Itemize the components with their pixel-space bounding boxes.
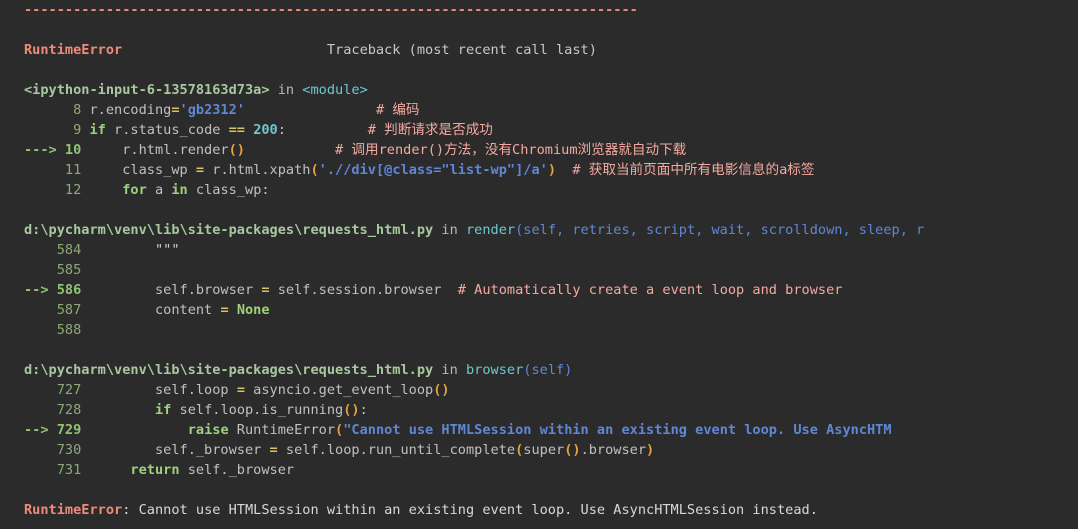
code-comment-gap (286, 122, 368, 138)
code-text: if self.loop.is_running(): (154, 402, 368, 418)
frame-in-word-wrap: in (433, 362, 466, 378)
line-number: 8 (24, 102, 82, 118)
final-error-name: RuntimeError (24, 502, 123, 518)
frame-file-path: d:\pycharm\venv\lib\site-packages\reques… (24, 222, 434, 238)
code-line: 11 class_wp = r.html.xpath('.//div[@clas… (0, 160, 1078, 180)
header-gap (122, 42, 327, 58)
frame-in-word-wrap: in (433, 222, 466, 238)
code-line: 587 content = None (0, 300, 1078, 320)
line-number: 730 (24, 442, 82, 458)
code-text: raise RuntimeError("Cannot use HTMLSessi… (187, 422, 892, 438)
line-number: 585 (24, 262, 82, 278)
code-text: if r.status_code == 200: (89, 122, 286, 138)
code-line: 730 self._browser = self.loop.run_until_… (0, 440, 1078, 460)
code-text: for a in class_wp: (122, 182, 270, 198)
code-line: 727 self.loop = asyncio.get_event_loop() (0, 380, 1078, 400)
frame-in-word: in (441, 362, 458, 378)
frame-function-args: (self) (523, 362, 573, 378)
frame-location-1: <ipython-input-6-13578163d73a> in <modul… (0, 80, 1078, 100)
code-comment: # Automatically create a event loop and … (457, 282, 843, 298)
code-text: self.browser = self.session.browser (89, 282, 442, 298)
code-line: 584 """ (0, 240, 1078, 260)
frame-in-word: in (277, 82, 295, 98)
line-number: 11 (24, 162, 82, 178)
code-text: self.loop = asyncio.get_event_loop() (89, 382, 450, 398)
code-text: content = None (89, 302, 270, 318)
frame-file-path: <ipython-input-6-13578163d73a> (24, 82, 270, 98)
code-comment-gap (245, 102, 376, 118)
code-line: 8 r.encoding='gb2312' # 编码 (0, 100, 1078, 120)
line-number: 728 (24, 402, 82, 418)
code-text: """ (154, 242, 180, 258)
code-comment: # 编码 (375, 102, 420, 118)
line-number: 12 (24, 182, 82, 198)
current-line-arrow: ---> 10 (24, 142, 82, 158)
line-number: 588 (24, 322, 82, 338)
exception-name: RuntimeError (24, 42, 123, 58)
line-number: 731 (24, 462, 82, 478)
code-line: 728 if self.loop.is_running(): (0, 400, 1078, 420)
code-comment: # 调用render()方法，没有Chromium浏览器就自动下载 (335, 142, 687, 158)
code-line: 9 if r.status_code == 200: # 判断请求是否成功 (0, 120, 1078, 140)
frame-function-args: (self, retries, script, wait, scrolldown… (515, 222, 925, 238)
traceback-label: Traceback (most recent call last) (326, 42, 597, 58)
current-line-arrow: --> 729 (24, 422, 82, 438)
frame-function-name: browser (465, 362, 524, 378)
line-number: 584 (24, 242, 82, 258)
code-line: 588 (0, 320, 1078, 340)
traceback-separator-line: ----------------------------------------… (0, 0, 1078, 20)
code-text: r.encoding='gb2312' (89, 102, 245, 118)
frame-in-word: in (441, 222, 458, 238)
current-line-arrow: --> 586 (24, 282, 82, 298)
code-line: 12 for a in class_wp: (0, 180, 1078, 200)
frame-function-name: render (465, 222, 516, 238)
frame-location-2: d:\pycharm\venv\lib\site-packages\reques… (0, 220, 1078, 240)
code-line: 585 (0, 260, 1078, 280)
exception-header-row: RuntimeError Traceback (most recent call… (0, 40, 1078, 60)
code-text: class_wp = r.html.xpath('.//div[@class="… (89, 162, 557, 178)
code-comment-gap (245, 142, 335, 158)
frame-in-word-wrap: in (270, 82, 303, 98)
separator-dashes: ----------------------------------------… (24, 2, 638, 18)
code-comment: # 判断请求是否成功 (367, 122, 493, 138)
code-line-current: --> 586 self.browser = self.session.brow… (0, 280, 1078, 300)
line-number: 727 (24, 382, 82, 398)
code-comment-gap (441, 282, 457, 298)
code-text: return self._browser (130, 462, 295, 478)
code-text: r.html.render() (89, 142, 245, 158)
line-number: 587 (24, 302, 82, 318)
final-error-message: Cannot use HTMLSession within an existin… (138, 502, 818, 518)
final-error-line: RuntimeError: Cannot use HTMLSession wit… (0, 500, 1078, 520)
frame-function-name: <module> (302, 82, 368, 98)
code-line-current: ---> 10 r.html.render() # 调用render()方法，没… (0, 140, 1078, 160)
code-line: 731 return self._browser (0, 460, 1078, 480)
code-comment-gap (556, 162, 572, 178)
code-line-current: --> 729 raise RuntimeError("Cannot use H… (0, 420, 1078, 440)
frame-file-path: d:\pycharm\venv\lib\site-packages\reques… (24, 362, 434, 378)
code-text: self._browser = self.loop.run_until_comp… (89, 442, 655, 458)
frame-location-3: d:\pycharm\venv\lib\site-packages\reques… (0, 360, 1078, 380)
line-number: 9 (24, 122, 82, 138)
code-comment: # 获取当前页面中所有电影信息的a标签 (572, 162, 815, 178)
final-error-separator: : (122, 502, 139, 518)
traceback-output: ----------------------------------------… (0, 0, 1078, 529)
